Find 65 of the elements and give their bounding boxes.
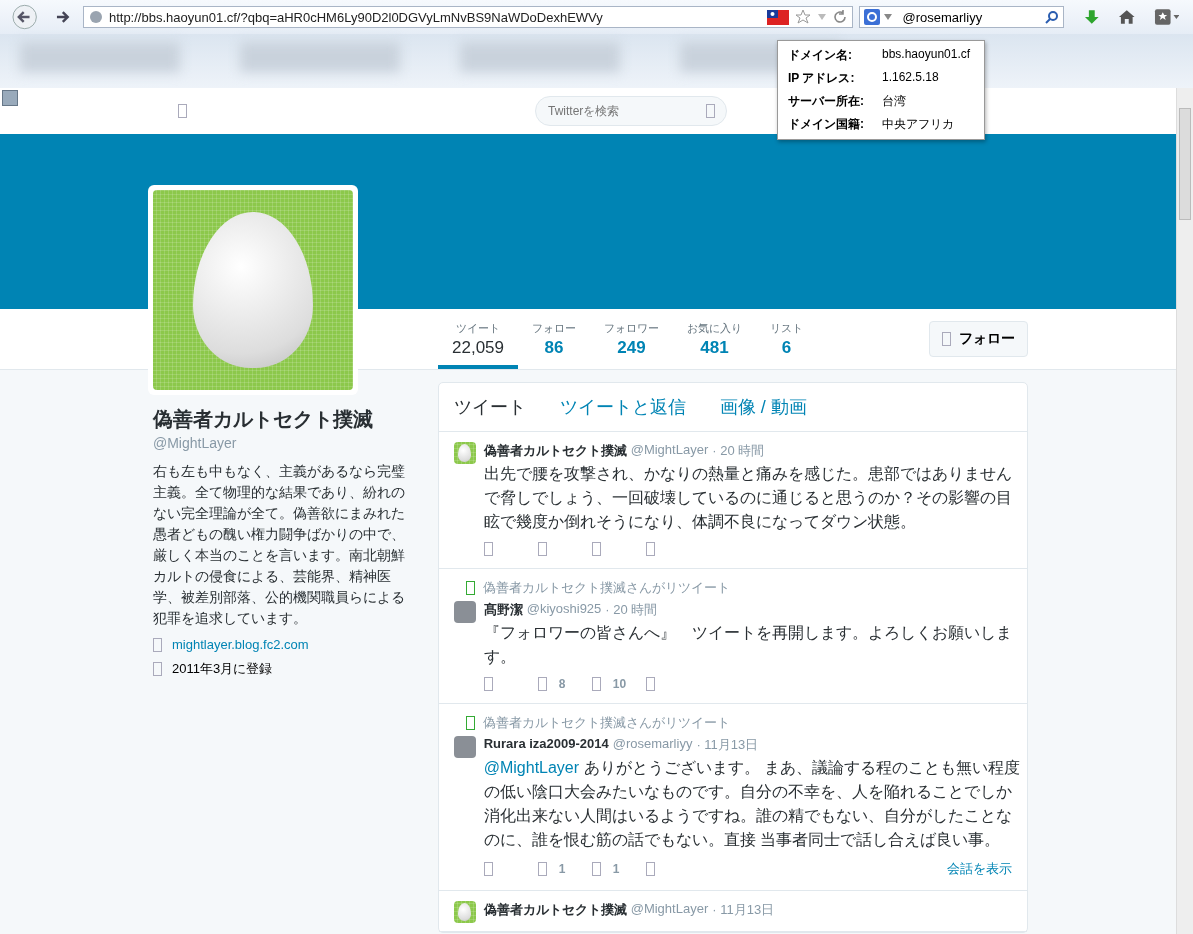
dropdown-icon[interactable]	[817, 13, 828, 21]
info-label: ドメイン国籍:	[788, 116, 864, 133]
tweet-time[interactable]: · 20 時間	[605, 601, 658, 619]
scrollbar[interactable]	[1176, 88, 1193, 934]
author-handle[interactable]: @MightLayer	[630, 901, 709, 919]
tweet-time[interactable]: · 11月13日	[696, 736, 759, 754]
search-field[interactable]: @rosemarliyy	[859, 6, 1065, 28]
page-icon[interactable]	[2, 90, 18, 106]
tweet-time[interactable]: · 11月13日	[712, 901, 775, 919]
egg-avatar	[453, 901, 476, 923]
stat-tab[interactable]: お気に入り 481	[673, 309, 756, 369]
tweet-text: 出先で腰を攻撃され、かなりの熱量と痛みを感じた。患部ではありませんで脅しでしょう、一回破壊しているのに通じると思うのか？その影響の目眩で幾度か倒れそうになり、体調不良になってダウン状態。	[483, 464, 1013, 532]
author-name[interactable]: 髙野潔	[483, 601, 523, 619]
search-engine-icon	[864, 9, 881, 25]
timeline-tab[interactable]: ツイート	[453, 395, 526, 419]
download-icon[interactable]	[1084, 9, 1101, 25]
author-name[interactable]: Rurara iza2009-2014	[483, 736, 609, 754]
photo-placeholder	[453, 736, 476, 758]
info-value: bbs.haoyun01.cf	[882, 47, 972, 63]
retweet-count: 8	[558, 677, 566, 691]
forward-icon[interactable]	[55, 9, 71, 25]
retweet-note: 偽善者カルトセクト撲滅さんがリツイート	[482, 579, 730, 597]
stat-tab[interactable]: フォロー 86	[518, 309, 590, 369]
info-value: 台湾	[882, 93, 907, 110]
mention-link[interactable]: @MightLayer	[483, 759, 580, 776]
address-bar[interactable]: http://bbs.haoyun01.cf/?qbq=aHR0cHM6Ly90D2l0DGVyLmNvBS9NaWDoDexhEWVy	[82, 6, 854, 28]
follow-button[interactable]: フォロー	[929, 321, 1028, 357]
info-label: ドメイン名:	[788, 47, 853, 64]
info-label: サーバー所在:	[788, 93, 864, 110]
profile-bio: 右も左も中もなく、主義があるなら完璧主義。全て物理的な結果であり、紛れのない完全理論が全て。偽善欲にまみれた愚者どもの醜い権力闘争ばかりの中で、厳しく本当のことを言います。南北朝鮮カルトの侵食による、芸能界、精神医学、被差別部落、公的機関職員らによる犯罪を追求しています。	[153, 462, 406, 628]
tweet-text: 『フォロワーの皆さんへ』 ツイートを再開します。よろしくお願いします。	[483, 623, 1013, 667]
author-handle[interactable]: @rosemarliyy	[612, 736, 693, 754]
search-field[interactable]: Twitterを検索	[535, 96, 727, 126]
author-name[interactable]: 偽善者カルトセクト撲滅	[483, 901, 627, 919]
stat-tab[interactable]: リスト 6	[756, 309, 817, 369]
stat-tab[interactable]: フォロワー 249	[590, 309, 673, 369]
author-name[interactable]: 偽善者カルトセクト撲滅	[483, 442, 627, 460]
info-value: 1.162.5.18	[882, 70, 940, 86]
bookmarks-icon[interactable]	[1153, 8, 1179, 26]
author-handle[interactable]: @MightLayer	[630, 442, 709, 460]
tweet-text: @MightLayer ありがとうございます。 まあ、議論する程のことも無い程度の低い陰口大会みたいなものです。自分の不幸を、人を陥れることでしか消化出来ない人間はいるようですね。誰の精でもない、自分がしたことなのに、誰を恨む筋の話でもない。直接 当事者同士で話し合えば良い事。	[483, 758, 1021, 850]
egg-avatar	[453, 442, 476, 464]
timeline-tab[interactable]: ツイートと返信	[559, 395, 686, 419]
favorite-count: 10	[612, 677, 627, 691]
retweet-count: 1	[558, 862, 566, 876]
flag-icon	[767, 9, 790, 25]
photo-placeholder	[453, 601, 476, 623]
info-label: IP アドレス:	[788, 70, 856, 87]
timeline-tab[interactable]: 画像 / 動画	[719, 395, 807, 419]
dropdown-icon[interactable]	[884, 14, 893, 20]
show-conversation-link[interactable]: 会話を表示	[947, 860, 1012, 878]
star-icon[interactable]	[795, 9, 812, 25]
reload-icon[interactable]	[833, 10, 848, 24]
author-handle[interactable]: @kiyoshi925	[526, 601, 602, 619]
stat-tab[interactable]: ツイート 22,059	[438, 309, 518, 369]
join-date: 2011年3月に登録	[172, 660, 273, 678]
website-link[interactable]: mightlayer.blog.fc2.com	[172, 637, 309, 652]
tweet-time[interactable]: · 20 時間	[712, 442, 765, 460]
back-icon[interactable]	[12, 4, 38, 30]
globe-icon	[88, 10, 103, 24]
profile-handle: @MightLayer	[153, 435, 238, 451]
info-value: 中央アフリカ	[882, 116, 955, 133]
profile-name: 偽善者カルトセクト撲滅	[153, 407, 374, 432]
favorite-count: 1	[612, 862, 620, 876]
retweet-note: 偽善者カルトセクト撲滅さんがリツイート	[482, 714, 730, 732]
